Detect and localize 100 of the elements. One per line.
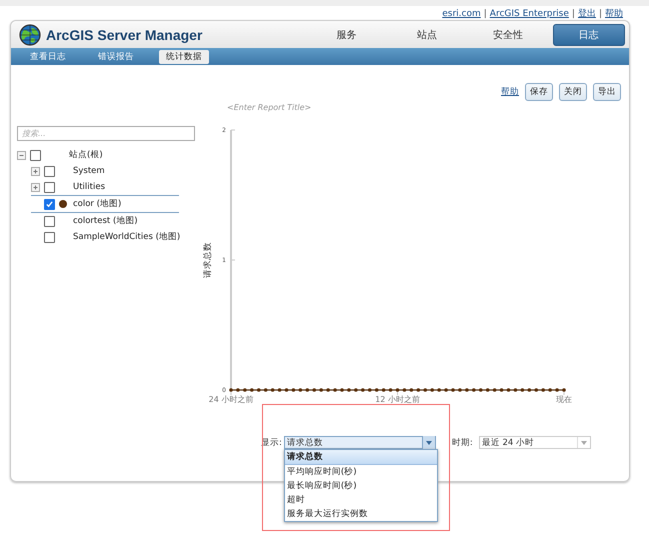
tree-label: SampleWorldCities (地图) <box>73 231 180 243</box>
header-link[interactable]: esri.com <box>442 8 481 18</box>
data-point <box>555 388 559 392</box>
subnav-tab[interactable]: 统计数据 <box>159 50 209 64</box>
data-point <box>278 388 282 392</box>
data-point <box>444 388 448 392</box>
data-point <box>541 388 545 392</box>
link-separator: | <box>598 8 602 18</box>
nav-tab[interactable]: 安全性 <box>472 24 544 46</box>
subnav-tab[interactable]: 查看日志 <box>23 50 73 64</box>
x-tick-label: 现在 <box>556 395 572 404</box>
tree-row[interactable]: System <box>31 163 197 179</box>
dropdown-option[interactable]: 超时 <box>284 493 437 507</box>
dropdown-option[interactable]: 服务最大运行实例数 <box>284 507 437 521</box>
link-separator: | <box>484 8 487 18</box>
header-link[interactable]: ArcGIS Enterprise <box>490 8 569 18</box>
data-point <box>256 388 261 392</box>
data-point <box>548 388 552 392</box>
globe-icon <box>19 24 41 46</box>
collapse-icon[interactable] <box>17 150 26 160</box>
data-point <box>236 388 240 392</box>
data-point <box>250 388 254 392</box>
data-point <box>534 388 538 392</box>
data-point <box>402 388 406 392</box>
data-point <box>478 388 483 392</box>
data-point <box>347 388 351 392</box>
data-point <box>333 388 337 392</box>
data-point <box>340 388 344 392</box>
data-point <box>492 388 496 392</box>
checkbox[interactable] <box>44 232 55 242</box>
search-field[interactable]: 搜索... <box>17 126 195 141</box>
tree-row[interactable]: colortest (地图) <box>31 213 197 229</box>
data-point <box>416 388 420 392</box>
data-point <box>298 388 302 392</box>
data-point <box>514 388 518 392</box>
tree-label: 站点(根) <box>69 149 103 161</box>
data-point <box>326 388 330 392</box>
checkbox[interactable] <box>44 166 55 176</box>
data-point <box>500 388 504 392</box>
data-point <box>229 388 233 392</box>
data-point <box>388 388 392 392</box>
dropdown-option[interactable]: 最长响应时间(秒) <box>284 479 437 493</box>
y-axis-title: 请求总数 <box>203 242 213 278</box>
tree-row[interactable]: Utilities <box>31 179 197 195</box>
tree-label: colortest (地图) <box>73 215 138 227</box>
period-select[interactable]: 最近 24 小时 <box>478 436 591 449</box>
tree-row[interactable]: color (地图) <box>31 195 179 213</box>
data-point <box>382 388 386 392</box>
data-point <box>506 388 510 392</box>
checkbox[interactable] <box>44 198 55 210</box>
dropdown-arrow-icon <box>576 437 590 448</box>
nav-tab[interactable]: 日志 <box>552 24 625 46</box>
data-point <box>562 388 566 392</box>
subnav-tab[interactable]: 错误报告 <box>91 50 141 64</box>
data-point <box>306 388 310 392</box>
expand-icon[interactable] <box>31 182 40 192</box>
data-point <box>430 388 434 392</box>
tree-row[interactable]: SampleWorldCities (地图) <box>31 229 197 245</box>
expand-icon[interactable] <box>31 166 40 176</box>
tree-row[interactable]: 站点(根) <box>17 147 197 163</box>
toolbar-button[interactable]: 导出 <box>593 83 621 101</box>
tree-label: System <box>73 166 105 176</box>
data-point <box>396 388 400 392</box>
period-label: 时期: <box>452 436 473 448</box>
data-point <box>423 388 428 392</box>
data-point <box>354 388 358 392</box>
nav-tab[interactable]: 站点 <box>391 24 464 46</box>
data-point <box>451 388 455 392</box>
data-point <box>243 388 247 392</box>
data-point <box>528 388 532 392</box>
x-tick-label: 24 小时之前 <box>208 395 254 404</box>
data-point <box>458 388 462 392</box>
data-point <box>465 388 469 392</box>
app-title: ArcGIS Server Manager <box>46 26 204 42</box>
data-point <box>312 388 316 392</box>
help-link[interactable]: 帮助 <box>501 86 519 98</box>
data-point <box>284 388 288 392</box>
data-point <box>472 388 476 392</box>
dropdown-option[interactable]: 平均响应时间(秒) <box>284 465 437 479</box>
tree-label: color (地图) <box>73 198 122 210</box>
link-separator: | <box>572 8 575 18</box>
tree-label: Utilities <box>73 182 105 192</box>
checkbox[interactable] <box>44 182 55 192</box>
header-link[interactable]: 登出 <box>578 7 596 20</box>
data-point <box>437 388 441 392</box>
data-point <box>292 388 296 392</box>
data-point <box>520 388 524 392</box>
x-tick-label: 12 小时之前 <box>375 395 420 404</box>
dropdown-option[interactable]: 请求总数 <box>284 450 437 465</box>
nav-tab[interactable]: 服务 <box>310 24 382 46</box>
toolbar-button[interactable]: 保存 <box>525 83 553 101</box>
data-point <box>368 388 372 392</box>
toolbar-button[interactable]: 关闭 <box>559 83 587 101</box>
data-point <box>361 388 365 392</box>
checkbox[interactable] <box>30 150 41 160</box>
data-point <box>486 388 490 392</box>
data-point <box>410 388 414 392</box>
data-point <box>319 388 323 392</box>
checkbox[interactable] <box>44 216 55 226</box>
header-link[interactable]: 帮助 <box>605 7 623 20</box>
